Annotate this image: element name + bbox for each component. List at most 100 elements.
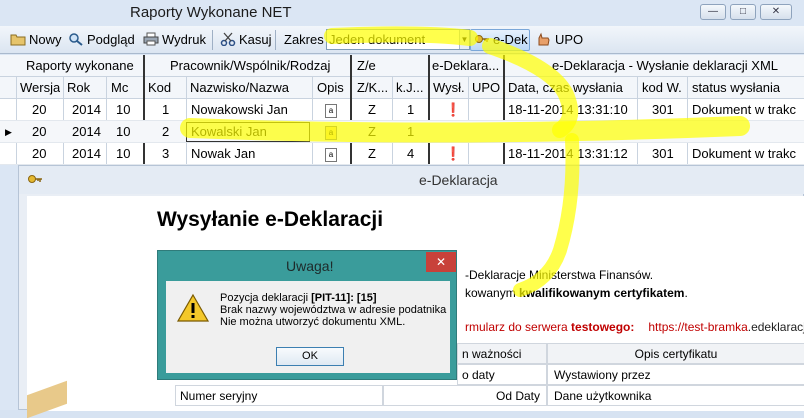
range-select-value: Jeden dokument — [329, 32, 426, 47]
edeklaracja-title-bar: e-Deklaracja — [19, 166, 804, 194]
group-header-reports: Raporty wykonane — [26, 58, 134, 73]
cell-kod: 1 — [162, 102, 170, 117]
group-header-employee: Pracownik/Wspólnik/Rodzaj — [170, 58, 331, 73]
col-header-status[interactable]: status wysłania — [692, 77, 780, 99]
info-line: -Deklaracje Ministerstwa Finansów. — [465, 268, 654, 282]
info-line: kowanym kwalifikowanym certyfikatem. — [465, 286, 688, 300]
table-row[interactable]: 20 2014 10 3 Nowak Jan a Z 4 ❗ 18-11-201… — [0, 143, 804, 165]
key-icon — [28, 175, 42, 183]
server-url[interactable]: https://test-bramka — [648, 320, 747, 334]
dialog-body: Pozycja deklaracji [PIT-11]: [15] Brak n… — [166, 281, 450, 373]
new-button[interactable]: Nowy — [10, 30, 62, 50]
cell-zk: Z — [368, 146, 376, 161]
grid-column-header: Wersja Rok Mc Kod Nazwisko/Nazwa Opis Z/… — [0, 77, 804, 99]
cell-zk: Z — [368, 124, 376, 139]
edek-button-content[interactable]: e-Dek — [474, 30, 528, 50]
cell-kj: 1 — [407, 124, 415, 139]
cell-nazwa: Kowalski Jan — [191, 124, 267, 139]
col-header-wysl[interactable]: Wysł. — [433, 77, 465, 99]
table-row[interactable]: ▶ 20 2014 10 2 Kowalski Jan a Z 1 — [0, 121, 804, 143]
cell-kod: 2 — [162, 124, 170, 139]
dialog-title: Uwaga! — [286, 258, 334, 274]
col-header-data[interactable]: Data, czas wysłania — [508, 77, 623, 99]
dialog-text: Pozycja deklaracji — [220, 292, 312, 304]
cell-kodw: 301 — [652, 146, 674, 161]
toolbar: Nowy Podgląd Wydruk Kasuj Zakres Jeden d… — [0, 26, 804, 54]
cell-wersja: 20 — [32, 124, 47, 139]
delete-button[interactable]: Kasuj — [220, 30, 272, 50]
cert-cell: o daty — [457, 364, 547, 385]
cert-col-description: Opis certyfikatu — [547, 343, 804, 364]
range-label: Zakres — [284, 32, 324, 47]
document-icon[interactable]: a — [325, 121, 337, 143]
folder-icon — [10, 34, 26, 46]
group-header-edeklara: e-Deklara... — [432, 58, 500, 73]
col-header-rok[interactable]: Rok — [67, 77, 90, 99]
cell-mc: 10 — [116, 146, 131, 161]
warning-dialog: Uwaga! ✕ Pozycja deklaracji [PIT-11]: [1… — [157, 250, 457, 380]
dialog-bold: [PIT-11]: [15] — [311, 292, 377, 304]
table-row[interactable]: 20 2014 10 1 Nowakowski Jan a Z 1 ❗ 18-1… — [0, 99, 804, 121]
main-window: Raporty Wykonane NET — □ ✕ Nowy Podgląd … — [0, 0, 804, 418]
dialog-line: Pozycja deklaracji [PIT-11]: [15] — [220, 292, 446, 304]
maximize-button[interactable]: □ — [730, 4, 756, 20]
document-icon[interactable]: a — [325, 143, 337, 165]
dialog-line: Brak nazwy województwa w adresie podatni… — [220, 304, 447, 316]
cell-data: 18-11-2014 13:31:10 — [508, 102, 628, 117]
col-header-mc[interactable]: Mc — [111, 77, 128, 99]
preview-button[interactable]: Podgląd — [68, 30, 135, 50]
range-select[interactable]: Jeden dokument ▼ — [326, 29, 470, 50]
ok-button[interactable]: OK — [276, 347, 344, 366]
minimize-button[interactable]: — — [700, 4, 726, 20]
edek-label: e-Dek — [493, 32, 528, 47]
dialog-close-button[interactable]: ✕ — [426, 252, 456, 272]
dialog-title-bar: Uwaga! ✕ — [158, 251, 458, 281]
document-icon[interactable]: a — [325, 99, 337, 121]
cell-kj: 1 — [407, 102, 415, 117]
server-line: rmularz do serwera testowego: https://tes… — [465, 320, 804, 334]
cert-cell: Numer seryjny — [175, 385, 383, 406]
cell-mc: 10 — [116, 124, 131, 139]
dialog-line: Nie można utworzyć dokumentu XML. — [220, 316, 406, 328]
cell-wersja: 20 — [32, 146, 47, 161]
print-label: Wydruk — [162, 32, 206, 47]
col-header-opis[interactable]: Opis — [317, 77, 344, 99]
decor-image — [27, 380, 67, 418]
error-icon: ❗ — [445, 146, 462, 161]
page-title: Wysyłanie e-Deklaracji — [157, 208, 384, 231]
warning-icon — [176, 293, 210, 322]
edeklaracja-title: e-Deklaracja — [419, 172, 498, 188]
col-header-kod[interactable]: Kod — [148, 77, 171, 99]
close-button[interactable]: ✕ — [760, 4, 792, 20]
error-icon: ❗ — [445, 102, 462, 117]
info-text: . — [684, 286, 688, 300]
cell-data: 18-11-2014 13:31:12 — [508, 146, 628, 161]
magnifier-icon — [69, 33, 83, 46]
cell-kj: 4 — [407, 146, 415, 161]
cell-nazwa: Nowak Jan — [191, 146, 256, 161]
dialog-message: Pozycja deklaracji [PIT-11]: [15] Brak n… — [220, 292, 446, 328]
cert-cell: Od Daty — [383, 385, 547, 406]
toolbar-separator — [212, 30, 213, 50]
col-header-nazwa[interactable]: Nazwisko/Nazwa — [190, 77, 289, 99]
server-url-suffix: .edeklaracje — [747, 320, 804, 334]
chevron-down-icon[interactable]: ▼ — [459, 30, 469, 49]
cell-kodw: 301 — [652, 102, 674, 117]
title-bar: Raporty Wykonane NET — □ ✕ — [0, 0, 804, 26]
delete-label: Kasuj — [239, 32, 272, 47]
col-header-zk[interactable]: Z/K... — [357, 77, 388, 99]
preview-label: Podgląd — [87, 32, 135, 47]
col-header-kodw[interactable]: kod W. — [642, 77, 682, 99]
col-header-upo[interactable]: UPO — [472, 77, 500, 99]
col-header-kj[interactable]: k.J... — [396, 77, 423, 99]
cell-kod: 3 — [162, 146, 170, 161]
col-header-wersja[interactable]: Wersja — [20, 77, 60, 99]
info-bold: kwalifikowanym certyfikatem — [519, 286, 685, 300]
toolbar-separator — [275, 30, 276, 50]
window-title: Raporty Wykonane NET — [130, 4, 292, 21]
upo-button[interactable]: UPO — [536, 30, 583, 50]
cell-wersja: 20 — [32, 102, 47, 117]
print-button[interactable]: Wydruk — [143, 30, 206, 50]
reports-grid: Raporty wykonane Pracownik/Wspólnik/Rodz… — [0, 55, 804, 165]
key-icon — [475, 35, 489, 43]
